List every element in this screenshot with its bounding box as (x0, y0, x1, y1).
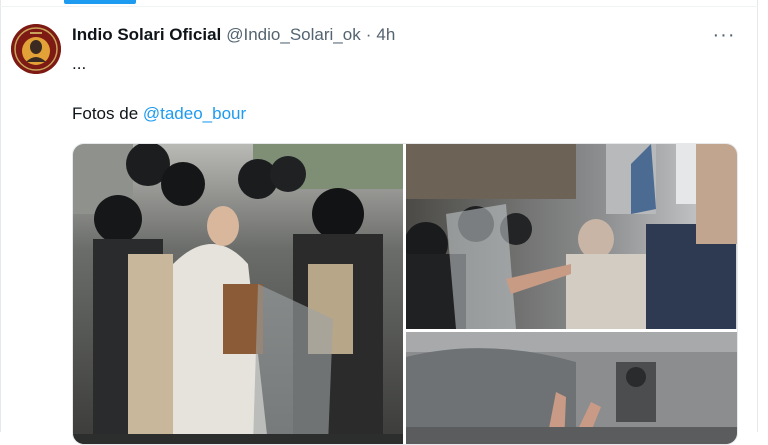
shield-closeup-photo-image (406, 332, 737, 444)
avatar-image (11, 24, 61, 74)
media-grid (72, 143, 738, 445)
mention-link[interactable]: @tadeo_bour (143, 104, 246, 123)
more-horizontal-icon: ··· (712, 23, 736, 46)
timeline-right-border (757, 0, 758, 432)
crowd-shields-photo-image (406, 144, 737, 329)
photo-crowd-shields-2[interactable] (406, 144, 737, 329)
post-header: Indio Solari Oficial @Indio_Solari_ok · … (72, 24, 395, 46)
post-text-line: ... (72, 54, 87, 73)
caption-prefix: Fotos de (72, 104, 143, 123)
timeline-left-border (0, 0, 1, 432)
author-handle[interactable]: @Indio_Solari_ok (226, 25, 360, 45)
active-tab-indicator (64, 0, 136, 4)
post-timestamp[interactable]: 4h (376, 25, 395, 45)
avatar[interactable] (11, 24, 61, 74)
photo-shield-closeup-3[interactable] (406, 332, 737, 444)
riot-police-photo-image (73, 144, 403, 444)
post-caption: Fotos de @tadeo_bour (72, 104, 246, 124)
post-divider (0, 6, 758, 7)
photo-riot-police-1[interactable] (73, 144, 403, 444)
more-options-button[interactable]: ··· (708, 22, 740, 48)
author-display-name[interactable]: Indio Solari Oficial (72, 25, 221, 45)
separator-dot: · (365, 25, 372, 44)
